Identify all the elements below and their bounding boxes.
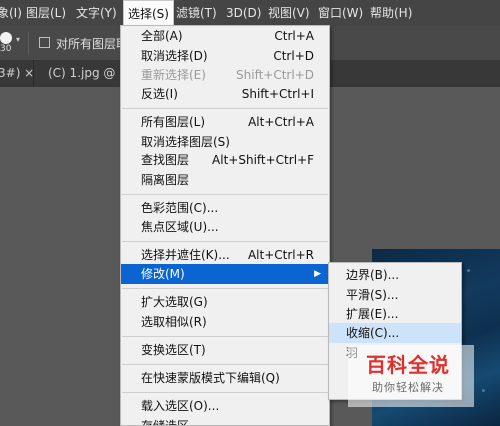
- menu-window[interactable]: 窗口(W): [318, 0, 363, 26]
- menu-item-similar[interactable]: 选取相似(R): [121, 312, 329, 332]
- select-menu: 全部(A) Ctrl+A 取消选择(D) Ctrl+D 重新选择(E) Shift+C…: [120, 25, 330, 426]
- brush-size-value: 30: [0, 44, 12, 54]
- menu-item-reselect: 重新选择(E) Shift+Ctrl+D: [141, 68, 314, 82]
- sample-all-layers-label: 对所有图层取: [56, 37, 129, 51]
- menu-item-isolate-layers[interactable]: 隔离图层: [121, 170, 329, 190]
- brush-preset-icon[interactable]: [0, 32, 12, 44]
- menu-separator: [122, 108, 328, 109]
- menu-item-modify[interactable]: 修改(M) ▶: [121, 264, 329, 284]
- menu-item-all-layers[interactable]: 所有图层(L) Alt+Ctrl+A: [121, 112, 329, 132]
- menu-separator: [122, 364, 328, 365]
- menu-separator: [122, 194, 328, 195]
- submenu-item-expand[interactable]: 扩展(E)...: [329, 304, 461, 324]
- menu-item-transform-selection[interactable]: 变换选区(T): [121, 340, 329, 360]
- submenu-item-border[interactable]: 边界(B)...: [329, 265, 461, 285]
- menu-item-focus-area[interactable]: 焦点区域(U)...: [121, 217, 329, 237]
- watermark-subtitle: 助你轻松解决: [372, 381, 444, 394]
- watermark: 百科全说 助你轻松解决: [348, 345, 474, 407]
- menu-help[interactable]: 帮助(H): [370, 0, 412, 26]
- menu-item-grow[interactable]: 扩大选取(G): [121, 292, 329, 312]
- menu-item-all[interactable]: 全部(A) Ctrl+A: [121, 26, 329, 46]
- menu-item-color-range[interactable]: 色彩范围(C)...: [121, 198, 329, 218]
- menu-select[interactable]: 选择(S): [123, 0, 174, 25]
- menu-layer[interactable]: 图层(L): [26, 0, 66, 26]
- submenu-arrow-icon: ▶: [314, 269, 321, 279]
- menu-item-deselect-layers[interactable]: 取消选择图层(S): [121, 132, 329, 152]
- divider: [28, 32, 29, 54]
- sample-all-layers-checkbox[interactable]: [39, 37, 50, 48]
- menu-item-quick-mask[interactable]: 在快速蒙版模式下编辑(Q): [121, 368, 329, 388]
- menu-3d[interactable]: 3D(D): [226, 0, 261, 26]
- menu-item-find-layers[interactable]: 查找图层 Alt+Shift+Ctrl+F: [121, 150, 329, 170]
- menu-item-inverse[interactable]: 反选(I) Shift+Ctrl+I: [121, 84, 329, 104]
- tab-document-1[interactable]: 3#) ×: [0, 60, 34, 87]
- menu-item-select-and-mask[interactable]: 选择并遮住(K)... Alt+Ctrl+R: [121, 245, 329, 265]
- watermark-title: 百科全说: [366, 353, 450, 377]
- menu-view[interactable]: 视图(V): [268, 0, 310, 26]
- menu-separator: [122, 288, 328, 289]
- menu-separator: [122, 241, 328, 242]
- submenu-item-contract[interactable]: 收缩(C)...: [329, 323, 461, 343]
- menu-separator: [122, 392, 328, 393]
- menu-image[interactable]: 象(I): [0, 0, 22, 26]
- menu-bar: 象(I) 图层(L) 文字(Y) 选择(S) 滤镜(T) 3D(D) 视图(V)…: [0, 0, 500, 26]
- submenu-item-smooth[interactable]: 平滑(S)...: [329, 285, 461, 305]
- menu-filter[interactable]: 滤镜(T): [176, 0, 217, 26]
- menu-type[interactable]: 文字(Y): [76, 0, 117, 26]
- menu-item-load-selection[interactable]: 载入选区(O)...: [121, 396, 329, 416]
- tab-divider: [33, 60, 34, 87]
- menu-separator: [122, 336, 328, 337]
- brush-dropdown-icon[interactable]: ▾: [16, 35, 20, 44]
- menu-item-deselect[interactable]: 取消选择(D) Ctrl+D: [121, 46, 329, 66]
- menu-item-save-selection[interactable]: 存储选区: [121, 416, 329, 425]
